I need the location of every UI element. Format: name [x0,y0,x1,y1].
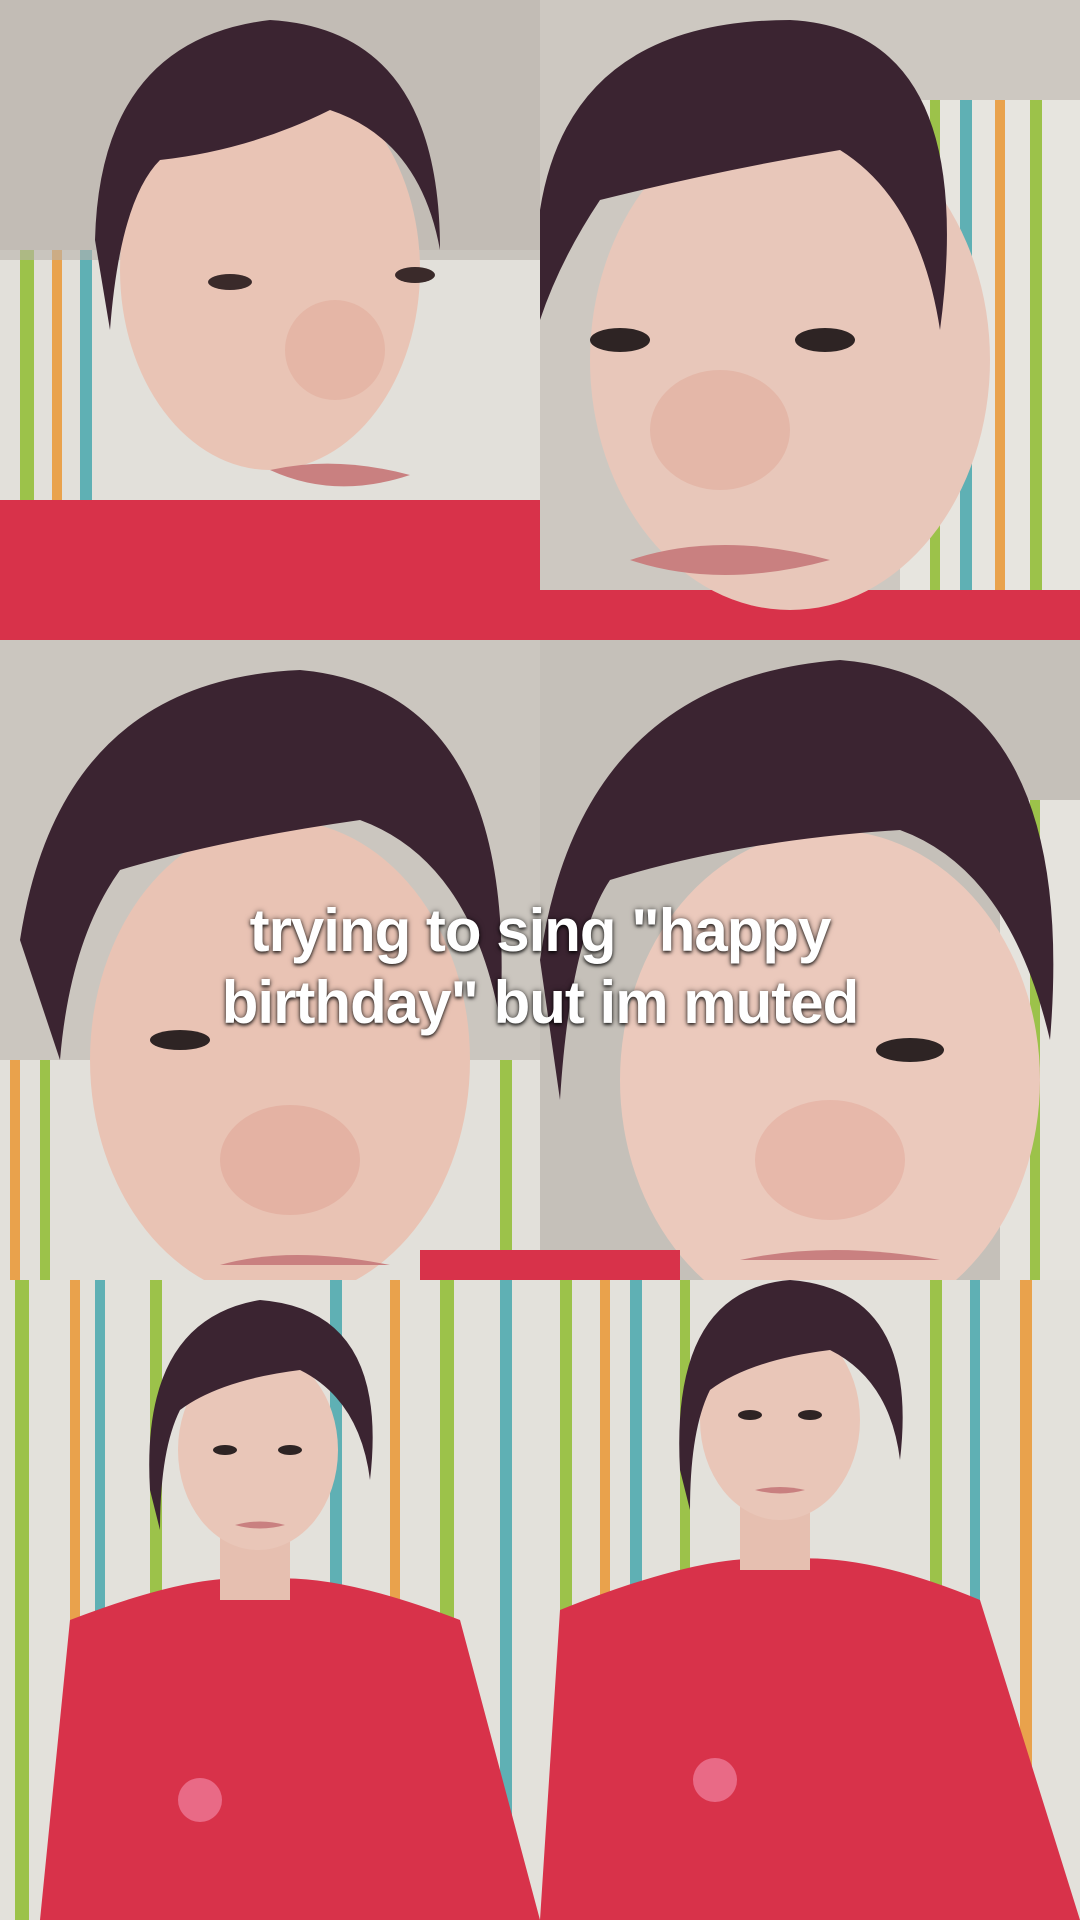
video-frame [540,0,1080,640]
participant-video-6[interactable] [540,1280,1080,1920]
video-caption: trying to sing "happy birthday" but im m… [0,895,1080,1039]
caption-line-2: birthday" but im muted [221,969,859,1036]
participant-video-1[interactable] [0,0,540,640]
participant-video-5[interactable] [0,1280,540,1920]
caption-line-1: trying to sing "happy [249,897,832,964]
shirt-print-icon [693,1758,737,1802]
shirt-print-icon [178,1778,222,1822]
video-frame [0,1280,540,1920]
participant-video-2[interactable] [540,0,1080,640]
video-frame [0,0,540,640]
video-frame [540,1280,1080,1920]
